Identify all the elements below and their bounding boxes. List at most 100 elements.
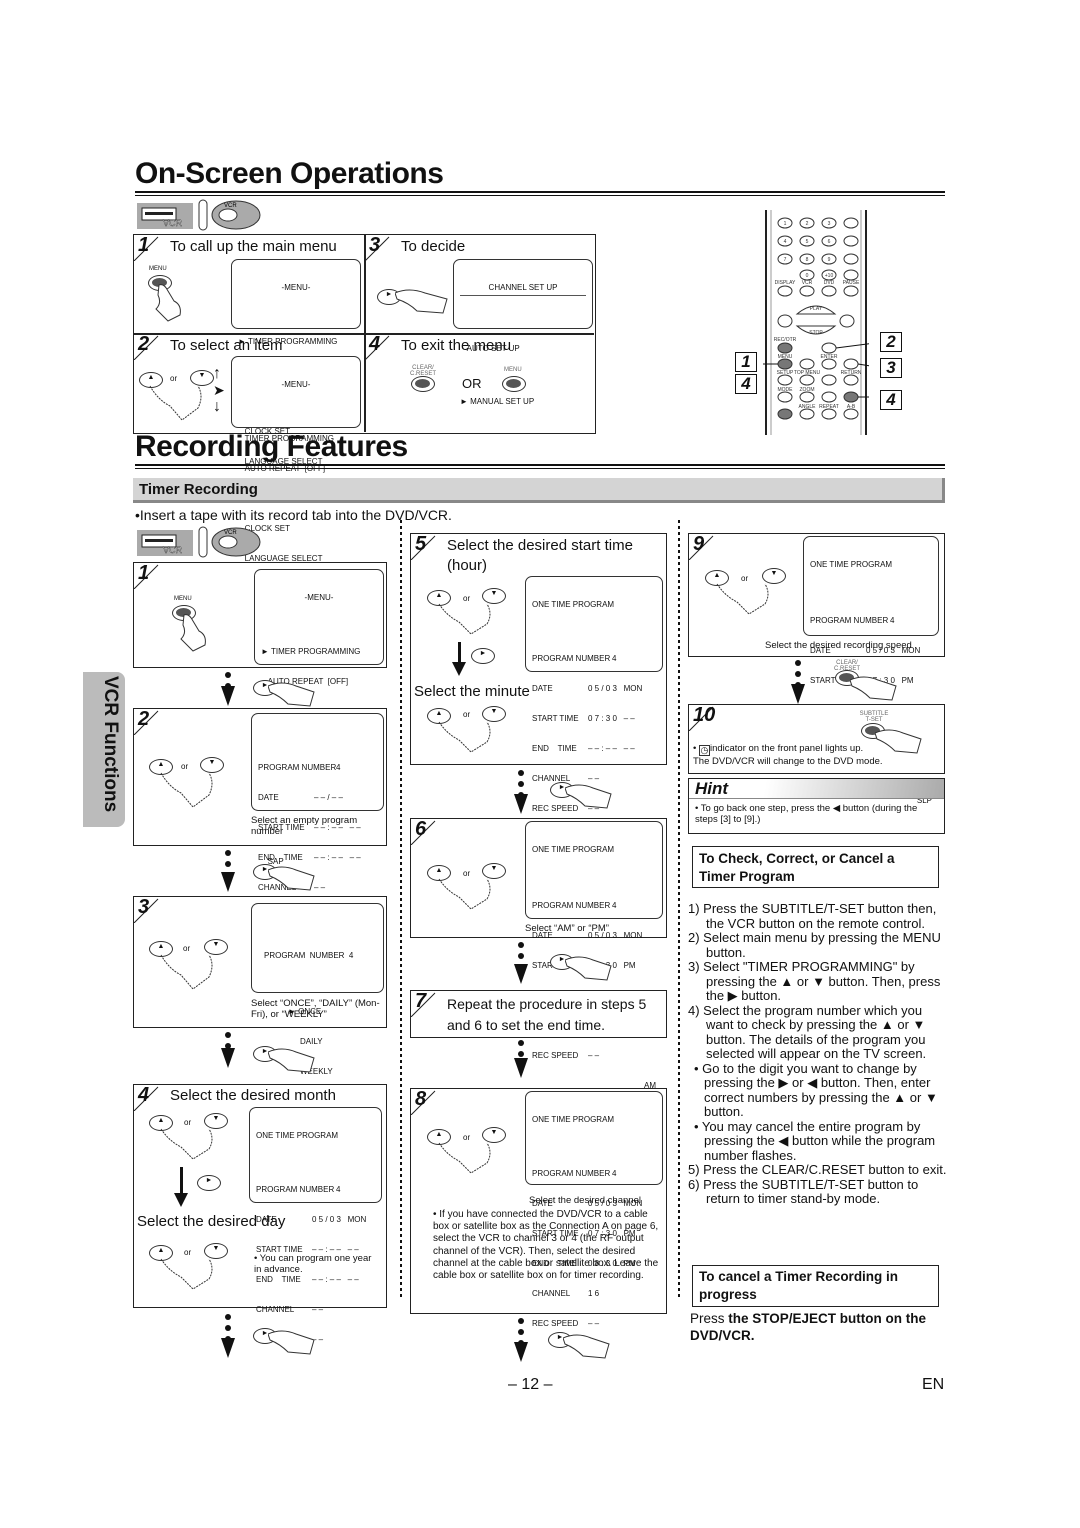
timer-recording-heading-bar: Timer Recording bbox=[133, 478, 945, 503]
svg-text:VCR: VCR bbox=[163, 218, 183, 228]
column-divider bbox=[400, 520, 402, 1300]
osd-one-time-program: ONE TIME PROGRAM PROGRAM NUMBER 4 DATE 0 5… bbox=[525, 821, 663, 1120]
pressing-hand-icon bbox=[565, 784, 612, 809]
svg-text:STOP: STOP bbox=[809, 330, 823, 336]
list-item: 4) Select the program number which you w… bbox=[688, 1002, 927, 1061]
step-subtitle: Select the minute bbox=[414, 683, 530, 700]
step-number: 1 bbox=[134, 234, 164, 261]
step-title: To call up the main menu bbox=[170, 238, 337, 255]
or-label: or bbox=[181, 762, 189, 771]
svg-text:DISPLAY: DISPLAY bbox=[775, 280, 796, 286]
step-text: • ◷ indicator on the front panel lights u… bbox=[693, 743, 883, 767]
side-tab-vcr-functions: VCR Functions bbox=[83, 672, 125, 827]
timer-step-1: 1 MENU -MENU- ► TIMER PROGRAMMING AUTO R… bbox=[133, 562, 387, 866]
step-number: 4 bbox=[365, 333, 395, 360]
or-label: OR bbox=[462, 376, 482, 391]
flow-arrow-icon bbox=[514, 964, 528, 984]
svg-text:A-B: A-B bbox=[847, 404, 856, 410]
pressing-hand-icon bbox=[438, 878, 491, 910]
svg-text:2: 2 bbox=[806, 221, 809, 227]
step-number: 8 bbox=[411, 1088, 441, 1115]
vcr-mode-badge: VCR bbox=[137, 203, 193, 229]
osd-channel-setup: CHANNEL SET UP AUTO SET UP ► MANUAL SET … bbox=[453, 259, 593, 406]
check-program-heading: To Check, Correct, or Cancel a Timer Pro… bbox=[692, 846, 939, 888]
onscreen-step-1: 1 To call up the main menu MENU -MENU- ►… bbox=[134, 234, 364, 466]
callout-2: 2 bbox=[880, 332, 902, 352]
svg-text:ANGLE: ANGLE bbox=[799, 404, 817, 410]
step-caption: Select “ONCE”, “DAILY” (Mon-Fri), or “WE… bbox=[251, 998, 380, 1020]
vcr-button-icon: VCR bbox=[196, 198, 262, 232]
step-number: 9 bbox=[689, 533, 719, 560]
title-rule bbox=[135, 191, 945, 196]
step-title: To decide bbox=[401, 238, 466, 255]
svg-text:9: 9 bbox=[828, 257, 831, 263]
flow-arrow-icon bbox=[221, 1048, 235, 1068]
svg-text:DVD: DVD bbox=[824, 280, 835, 286]
svg-text:7: 7 bbox=[784, 257, 787, 263]
pressing-hand-icon bbox=[268, 1330, 315, 1355]
flow-arrow-icon bbox=[514, 1342, 528, 1362]
timer-step-10: 10 SUBTITLE T-SET • ◷ indicator on the fr… bbox=[688, 704, 945, 774]
svg-text:0: 0 bbox=[806, 273, 809, 279]
up-down-arrows-icon: ↑ ➤ ↓ bbox=[213, 365, 225, 415]
onscreen-step-3: 3 To decide ► CHANNEL SET UP AUTO SET UP… bbox=[365, 234, 595, 406]
svg-text:6: 6 bbox=[828, 239, 831, 245]
flow-arrow-icon bbox=[221, 872, 235, 892]
or-label: or bbox=[183, 944, 191, 953]
svg-text:+10: +10 bbox=[825, 273, 834, 279]
timer-step-4: 4 Select the desired month ▲ or ▼ ► ONE … bbox=[133, 1084, 387, 1344]
menu-button-label: MENU bbox=[504, 367, 522, 373]
vcr-button-icon: VCR bbox=[196, 525, 262, 559]
pressing-hand-icon bbox=[160, 1258, 213, 1290]
list-item: 3) Select "TIMER PROGRAMMING" by pressin… bbox=[688, 959, 941, 1003]
svg-text:ZOOM: ZOOM bbox=[800, 387, 815, 393]
right-button[interactable]: ► bbox=[197, 1175, 221, 1191]
pressing-hand-icon bbox=[180, 614, 206, 652]
pressing-hand-icon bbox=[268, 866, 315, 891]
step-number: 7 bbox=[411, 990, 441, 1017]
step-number: 2 bbox=[134, 708, 164, 735]
cancel-recording-text: Press the STOP/EJECT button on the DVD/V… bbox=[690, 1311, 927, 1343]
title-rule bbox=[135, 464, 945, 469]
timer-clock-icon: ◷ bbox=[698, 745, 710, 756]
clear-reset-button[interactable] bbox=[411, 376, 435, 392]
step-caption: Select “AM” or “PM” bbox=[525, 923, 609, 934]
svg-text:5: 5 bbox=[806, 239, 809, 245]
svg-text:SETUP: SETUP bbox=[777, 370, 794, 376]
svg-text:8: 8 bbox=[806, 257, 809, 263]
pressing-hand-icon bbox=[438, 1142, 491, 1174]
step-text: Repeat the procedure in steps 5 and 6 to… bbox=[447, 996, 647, 1033]
timer-step-3: 3 ▲ or ▼ PROGRAM NUMBER 4 ► ONCE DAILY W… bbox=[133, 896, 387, 1076]
page-number: – 12 – bbox=[508, 1376, 553, 1393]
menu-button-label: MENU bbox=[149, 266, 167, 272]
or-label: or bbox=[170, 374, 178, 383]
menu-button[interactable] bbox=[502, 376, 526, 392]
pressing-hand-icon bbox=[438, 603, 491, 635]
svg-text:3: 3 bbox=[828, 221, 831, 227]
flow-arrow-icon bbox=[221, 686, 235, 706]
list-item: 6) Press the SUBTITLE/T-SET button to re… bbox=[688, 1176, 919, 1206]
step-note: • If you have connected the DVD/VCR to a… bbox=[433, 1209, 659, 1282]
list-item: • You may cancel the entire program by p… bbox=[694, 1118, 936, 1163]
svg-text:VCR: VCR bbox=[224, 203, 237, 209]
svg-text:ENTER: ENTER bbox=[821, 354, 838, 360]
list-item: 2) Select main menu by pressing the MENU… bbox=[688, 930, 941, 960]
or-label: or bbox=[184, 1248, 192, 1257]
onscreen-step-2: 2 To select an item ▲ or ▼ ↑ ➤ ↓ -MENU- TI… bbox=[134, 333, 364, 563]
osd-frequency: PROGRAM NUMBER 4 ► ONCE DAILY WEEKLY bbox=[251, 903, 384, 1076]
osd-one-time-program: ONE TIME PROGRAM PROGRAM NUMBER 4 DATE 0 5… bbox=[803, 536, 939, 805]
page-title-onscreen: On-Screen Operations bbox=[135, 157, 444, 190]
pressing-hand-icon bbox=[563, 1334, 610, 1359]
svg-text:VCR: VCR bbox=[163, 545, 183, 555]
language-code: EN bbox=[922, 1376, 945, 1393]
osd-one-time-program: ONE TIME PROGRAM PROGRAM NUMBER 4 DATE 0 5… bbox=[525, 576, 663, 813]
svg-text:4: 4 bbox=[784, 239, 787, 245]
step-title: Select the desired start time (hour) bbox=[447, 537, 633, 574]
remote-control-icon: 1 2 3 4 5 6 7 8 9 0 +10 DISPLAY VCR DVD PAUSE PLAY… bbox=[753, 210, 884, 435]
pressing-hand-icon bbox=[395, 289, 448, 314]
timer-step-2: 2 ▲ or ▼ PROGRAM NUMBER 4 DATE – – / – – S… bbox=[133, 708, 387, 922]
intro-text: •Insert a tape with its record tab into … bbox=[135, 507, 452, 523]
pressing-hand-icon bbox=[565, 956, 612, 981]
right-button[interactable]: ► bbox=[471, 648, 495, 664]
step-title: To exit the menu bbox=[401, 337, 512, 354]
